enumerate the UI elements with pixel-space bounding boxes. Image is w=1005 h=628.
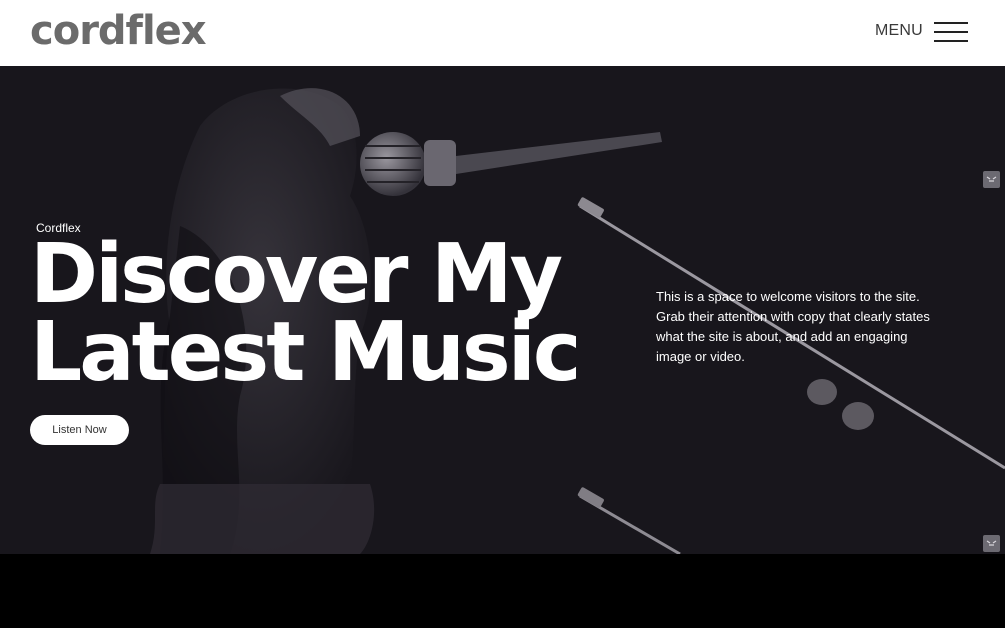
expand-icon[interactable] <box>983 171 1000 188</box>
footer-band <box>0 554 1005 628</box>
hero-background-image-repeat <box>150 484 681 554</box>
hamburger-line <box>934 40 968 42</box>
menu-label[interactable]: MENU <box>875 22 923 40</box>
hero-section: Cordflex Discover My Latest Music Listen… <box>0 66 1005 554</box>
expand-icon[interactable] <box>983 535 1000 552</box>
hamburger-line <box>934 31 968 33</box>
hero-headline-line-2: Latest Music <box>30 305 581 400</box>
hamburger-line <box>934 22 968 24</box>
hero-headline-line-1: Discover My <box>30 227 563 322</box>
site-logo[interactable]: cordflex <box>30 8 207 54</box>
page: cordflex MENU Cordflex Discover My Lates… <box>0 0 1005 628</box>
listen-now-button[interactable]: Listen Now <box>30 415 129 445</box>
hamburger-icon[interactable] <box>934 21 968 43</box>
hero-intro-text: This is a space to welcome visitors to t… <box>656 289 930 364</box>
site-header: cordflex MENU <box>0 0 1005 66</box>
hero-headline: Discover My Latest Music <box>30 227 581 400</box>
